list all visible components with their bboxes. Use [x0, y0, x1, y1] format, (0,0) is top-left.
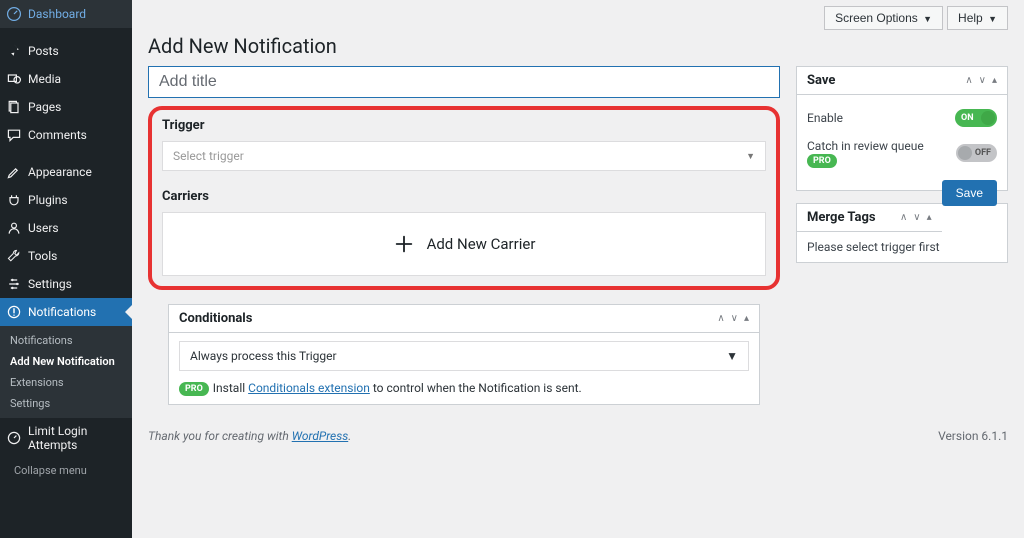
- sidebar-item-limit-login[interactable]: Limit Login Attempts: [0, 418, 132, 458]
- carriers-heading: Carriers: [162, 189, 766, 204]
- conditionals-select[interactable]: Always process this Trigger ▼: [179, 341, 749, 371]
- sidebar-label: Plugins: [28, 193, 68, 207]
- sidebar-label: Users: [28, 221, 59, 235]
- help-button[interactable]: Help ▼: [947, 6, 1008, 30]
- conditionals-note: PROInstall Conditionals extension to con…: [179, 381, 749, 396]
- submenu-item-add-new[interactable]: Add New Notification: [0, 351, 132, 372]
- move-down-icon[interactable]: ∨: [913, 212, 920, 223]
- collapse-label: Collapse menu: [14, 464, 87, 477]
- conditionals-extension-link[interactable]: Conditionals extension: [248, 381, 370, 395]
- tools-icon: [6, 248, 22, 264]
- settings-icon: [6, 276, 22, 292]
- submenu-item-notifications[interactable]: Notifications: [0, 330, 132, 351]
- top-bar: Screen Options ▼ Help ▼: [132, 0, 1024, 30]
- sidebar-item-settings[interactable]: Settings: [0, 270, 132, 298]
- save-button[interactable]: Save: [942, 180, 997, 206]
- pro-badge: PRO: [179, 382, 209, 396]
- trigger-select[interactable]: Select trigger ▼: [162, 141, 766, 171]
- enable-toggle[interactable]: ON: [955, 109, 997, 127]
- sidebar-label: Tools: [28, 249, 57, 263]
- sidebar-item-dashboard[interactable]: Dashboard: [0, 0, 132, 28]
- sidebar-label: Pages: [28, 100, 61, 114]
- media-icon: [6, 71, 22, 87]
- save-postbox: Save ∧ ∨ ▴ Enable ON Catch in review que…: [796, 66, 1008, 191]
- sidebar-label: Limit Login Attempts: [28, 424, 124, 452]
- sidebar-label: Settings: [28, 277, 72, 291]
- collapse-menu[interactable]: Collapse menu: [0, 458, 132, 483]
- submenu-item-settings[interactable]: Settings: [0, 393, 132, 414]
- admin-footer: Thank you for creating with WordPress. V…: [132, 417, 1024, 455]
- sidebar-item-comments[interactable]: Comments: [0, 121, 132, 149]
- page-title: Add New Notification: [132, 30, 1024, 66]
- comment-icon: [6, 127, 22, 143]
- toggle-icon[interactable]: ▴: [927, 212, 932, 223]
- sidebar-item-notifications[interactable]: Notifications: [0, 298, 132, 326]
- sidebar-item-users[interactable]: Users: [0, 214, 132, 242]
- sidebar-item-tools[interactable]: Tools: [0, 242, 132, 270]
- merge-tags-heading: Merge Tags: [807, 210, 876, 225]
- conditionals-postbox: Conditionals ∧ ∨ ▴ Always process this T…: [168, 304, 760, 405]
- wordpress-link[interactable]: WordPress: [292, 429, 349, 443]
- sidebar-item-appearance[interactable]: Appearance: [0, 158, 132, 186]
- sidebar-submenu: Notifications Add New Notification Exten…: [0, 326, 132, 418]
- pro-badge: PRO: [807, 154, 837, 168]
- main-content: Screen Options ▼ Help ▼ Add New Notifica…: [132, 0, 1024, 538]
- merge-tags-body: Please select trigger first: [797, 232, 1007, 262]
- brush-icon: [6, 164, 22, 180]
- sidebar-item-media[interactable]: Media: [0, 65, 132, 93]
- add-carrier-label: Add New Carrier: [427, 235, 536, 253]
- pin-icon: [6, 43, 22, 59]
- conditionals-value: Always process this Trigger: [190, 349, 337, 363]
- sidebar-item-posts[interactable]: Posts: [0, 37, 132, 65]
- notification-title-input[interactable]: [148, 66, 780, 98]
- add-carrier-button[interactable]: Add New Carrier: [162, 212, 766, 276]
- move-down-icon[interactable]: ∨: [979, 75, 986, 86]
- conditionals-heading: Conditionals: [179, 311, 252, 326]
- caret-down-icon: ▼: [923, 14, 932, 24]
- move-up-icon[interactable]: ∧: [717, 313, 724, 324]
- plus-icon: [393, 233, 415, 255]
- notification-icon: [6, 304, 22, 320]
- toggle-icon[interactable]: ▴: [992, 75, 997, 86]
- sidebar-label: Posts: [28, 44, 59, 58]
- review-toggle[interactable]: OFF: [956, 144, 997, 162]
- page-icon: [6, 99, 22, 115]
- enable-label: Enable: [807, 111, 843, 125]
- caret-down-icon: ▼: [746, 151, 755, 162]
- limit-icon: [6, 430, 22, 446]
- move-up-icon[interactable]: ∧: [965, 75, 972, 86]
- sidebar-item-pages[interactable]: Pages: [0, 93, 132, 121]
- sidebar-label: Notifications: [28, 305, 96, 319]
- submenu-item-extensions[interactable]: Extensions: [0, 372, 132, 393]
- sidebar-label: Dashboard: [28, 7, 86, 21]
- move-up-icon[interactable]: ∧: [900, 212, 907, 223]
- sidebar-label: Comments: [28, 128, 87, 142]
- version-label: Version 6.1.1: [938, 429, 1008, 443]
- dashboard-icon: [6, 6, 22, 22]
- review-label: Catch in review queue PRO: [807, 139, 956, 168]
- caret-down-icon: ▼: [726, 349, 738, 363]
- screen-options-button[interactable]: Screen Options ▼: [824, 6, 943, 30]
- move-down-icon[interactable]: ∨: [731, 313, 738, 324]
- users-icon: [6, 220, 22, 236]
- save-heading: Save: [807, 73, 835, 88]
- trigger-carrier-section: Trigger Select trigger ▼ Carriers Add Ne…: [148, 106, 780, 290]
- trigger-heading: Trigger: [162, 118, 766, 133]
- toggle-icon[interactable]: ▴: [744, 313, 749, 324]
- sidebar-label: Media: [28, 72, 61, 86]
- trigger-placeholder: Select trigger: [173, 149, 244, 163]
- caret-down-icon: ▼: [988, 14, 997, 24]
- plugin-icon: [6, 192, 22, 208]
- merge-tags-postbox: Merge Tags ∧ ∨ ▴ Please select trigger f…: [796, 203, 1008, 263]
- sidebar-label: Appearance: [28, 165, 92, 179]
- admin-sidebar: Dashboard Posts Media Pages Comments App…: [0, 0, 132, 538]
- sidebar-item-plugins[interactable]: Plugins: [0, 186, 132, 214]
